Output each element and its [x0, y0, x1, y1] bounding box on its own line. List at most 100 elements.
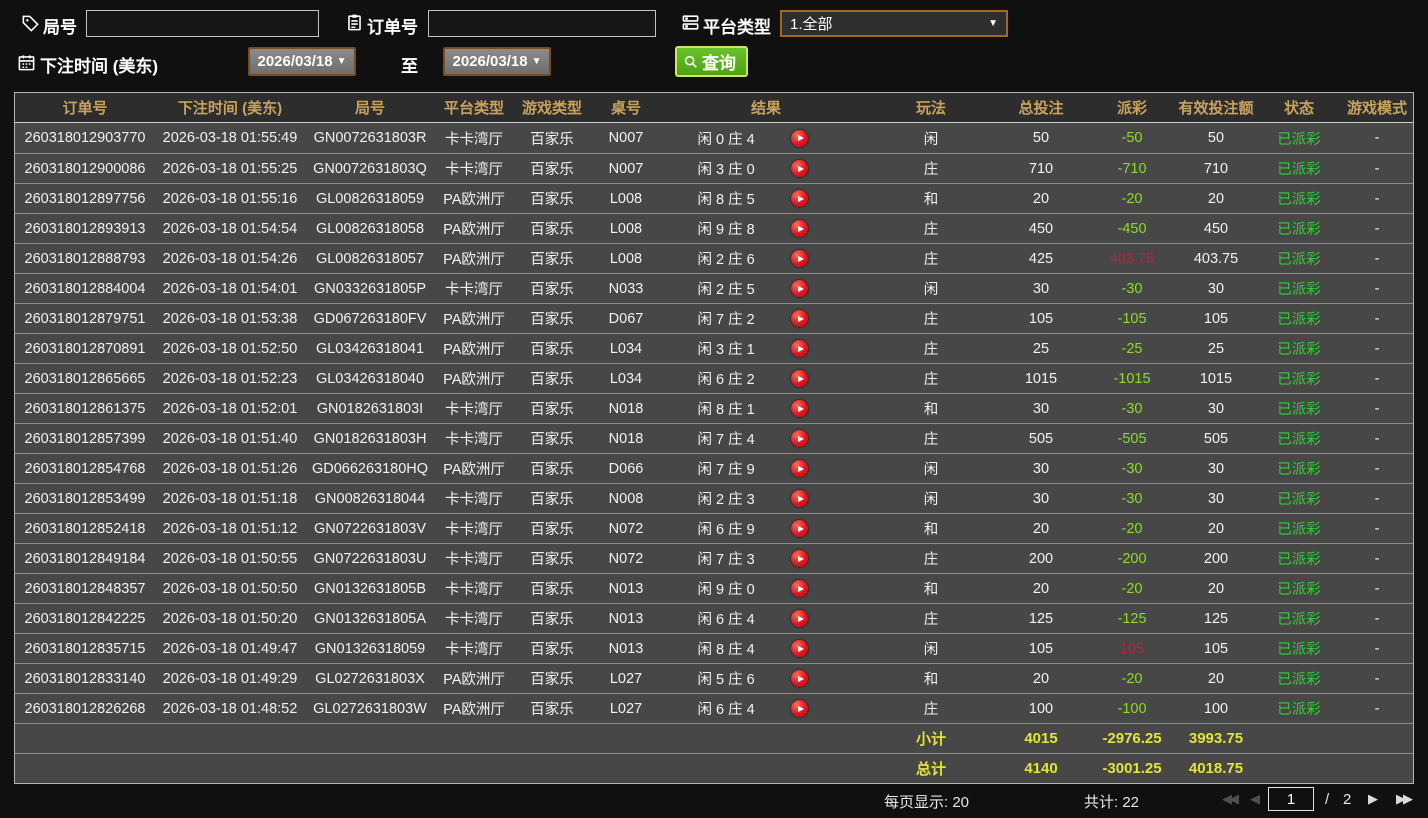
cell-game-mode: - — [1374, 400, 1380, 417]
replay-play-icon[interactable] — [791, 610, 809, 627]
cell-bet-type: 庄 — [923, 252, 939, 268]
cell-game-mode: - — [1374, 220, 1380, 237]
cell-game-type: 百家乐 — [530, 162, 574, 178]
table-row: 260318012903770 2026-03-18 01:55:49 GN00… — [15, 123, 1413, 153]
cell-payout: -710 — [1117, 160, 1147, 177]
cell-table-no: N013 — [608, 640, 644, 657]
cell-table-no: D066 — [608, 460, 644, 477]
cell-valid-bet: 25 — [1207, 340, 1225, 357]
replay-play-icon[interactable] — [791, 640, 809, 657]
replay-play-icon[interactable] — [791, 250, 809, 267]
replay-play-icon[interactable] — [791, 280, 809, 297]
replay-play-icon[interactable] — [791, 160, 809, 177]
result-text: 闲 0 庄 4 — [697, 131, 755, 148]
date-from-picker[interactable]: 2026/03/18 ▼ — [248, 47, 356, 76]
cell-payout: -20 — [1121, 580, 1143, 597]
per-page-label: 每页显示: 20 — [884, 794, 970, 811]
search-button[interactable]: 查询 — [675, 46, 748, 77]
cell-bet-type: 庄 — [923, 342, 939, 358]
cell-game-mode: - — [1374, 580, 1380, 597]
cell-round-no: GN00826318044 — [314, 490, 426, 507]
cell-status: 已派彩 — [1277, 432, 1321, 448]
cell-payout: -20 — [1121, 670, 1143, 687]
cell-total-bet: 20 — [1032, 580, 1050, 597]
column-header: 游戏模式 — [1346, 100, 1407, 117]
cell-table-no: N007 — [608, 130, 644, 146]
bet-records-table: 订单号 下注时间 (美东) 局号 平台类型 游戏类型 桌号 结果 玩法 总投注 派彩 有效投注额 状态… — [14, 92, 1414, 784]
order-no-input[interactable] — [428, 10, 656, 37]
date-to-picker[interactable]: 2026/03/18 ▼ — [443, 47, 551, 76]
replay-play-icon[interactable] — [791, 190, 809, 207]
replay-play-icon[interactable] — [791, 430, 809, 447]
cell-game-type: 百家乐 — [530, 342, 574, 358]
next-page-button[interactable]: ▶ — [1368, 791, 1378, 807]
pagination-footer: 每页显示: 20 共计: 22 ◀◀ ◀ / 2 ▶ ▶▶ — [0, 782, 1428, 818]
cell-bet-time: 2026-03-18 01:54:26 — [162, 250, 298, 267]
cell-bet-time: 2026-03-18 01:54:01 — [162, 280, 298, 297]
cell-order-no: 260318012857399 — [24, 430, 146, 447]
replay-play-icon[interactable] — [791, 520, 809, 537]
cell-result: 闲 6 庄 2 — [661, 364, 871, 393]
result-text: 闲 7 庄 2 — [697, 312, 755, 328]
cell-game-mode: - — [1374, 700, 1380, 717]
cell-total-bet: 25 — [1032, 340, 1050, 357]
cell-status: 已派彩 — [1277, 372, 1321, 388]
cell-order-no: 260318012833140 — [24, 670, 146, 687]
cell-status: 已派彩 — [1277, 492, 1321, 508]
replay-play-icon[interactable] — [791, 700, 809, 717]
cell-total-bet: 20 — [1032, 190, 1050, 207]
tag-icon — [21, 14, 40, 33]
cell-bet-type: 庄 — [923, 552, 939, 568]
result-text: 闲 7 庄 4 — [697, 432, 755, 448]
replay-play-icon[interactable] — [791, 370, 809, 387]
column-header: 状态 — [1283, 100, 1314, 117]
result-text: 闲 6 庄 4 — [697, 612, 755, 628]
cell-platform: 卡卡湾厅 — [445, 432, 503, 448]
date-to-value: 2026/03/18 — [452, 53, 528, 70]
cell-round-no: GN0722631803U — [313, 550, 427, 567]
cell-order-no: 260318012861375 — [24, 400, 146, 417]
game-no-input[interactable] — [86, 10, 319, 37]
page-number-input[interactable] — [1268, 787, 1314, 811]
replay-play-icon[interactable] — [791, 460, 809, 477]
cell-bet-type: 和 — [923, 522, 939, 538]
column-header: 派彩 — [1116, 100, 1147, 117]
cell-game-mode: - — [1374, 130, 1380, 146]
replay-play-icon[interactable] — [791, 220, 809, 237]
prev-page-button[interactable]: ◀ — [1250, 791, 1260, 807]
cell-game-mode: - — [1374, 430, 1380, 447]
replay-play-icon[interactable] — [791, 400, 809, 417]
replay-play-icon[interactable] — [791, 580, 809, 597]
cell-bet-time: 2026-03-18 01:51:26 — [162, 460, 298, 477]
replay-play-icon[interactable] — [791, 340, 809, 357]
cell-round-no: GN0132631805A — [313, 610, 427, 627]
replay-play-icon[interactable] — [791, 550, 809, 567]
cell-bet-type: 和 — [923, 672, 939, 688]
last-page-button[interactable]: ▶▶ — [1396, 791, 1413, 807]
table-row: 260318012888793 2026-03-18 01:54:26 GL00… — [15, 243, 1413, 273]
replay-play-icon[interactable] — [791, 670, 809, 687]
cell-result: 闲 8 庄 5 — [661, 184, 871, 213]
replay-play-icon[interactable] — [791, 310, 809, 327]
cell-status: 已派彩 — [1277, 162, 1321, 178]
replay-play-icon[interactable] — [791, 490, 809, 507]
cell-table-no: L008 — [609, 190, 643, 207]
cell-table-no: N008 — [608, 490, 644, 507]
cell-platform: PA欧洲厅 — [443, 462, 505, 478]
platform-type-value: 1.全部 — [790, 16, 833, 33]
replay-play-icon[interactable] — [791, 129, 809, 147]
platform-type-select[interactable]: 1.全部 ▼ — [780, 10, 1008, 37]
column-header: 订单号 — [62, 100, 108, 117]
cell-result: 闲 2 庄 6 — [661, 244, 871, 273]
total-total-bet: 4140 — [1024, 760, 1058, 777]
column-header: 总投注 — [1018, 100, 1064, 117]
cell-status: 已派彩 — [1277, 522, 1321, 538]
cell-bet-type: 庄 — [923, 372, 939, 388]
first-page-button[interactable]: ◀◀ — [1222, 791, 1239, 807]
cell-game-type: 百家乐 — [530, 462, 574, 478]
cell-payout: -30 — [1121, 400, 1143, 417]
total-pages-label: 2 — [1343, 791, 1352, 808]
column-header: 游戏类型 — [521, 100, 582, 117]
result-text: 闲 7 庄 3 — [697, 552, 755, 568]
cell-payout: -125 — [1117, 610, 1147, 627]
